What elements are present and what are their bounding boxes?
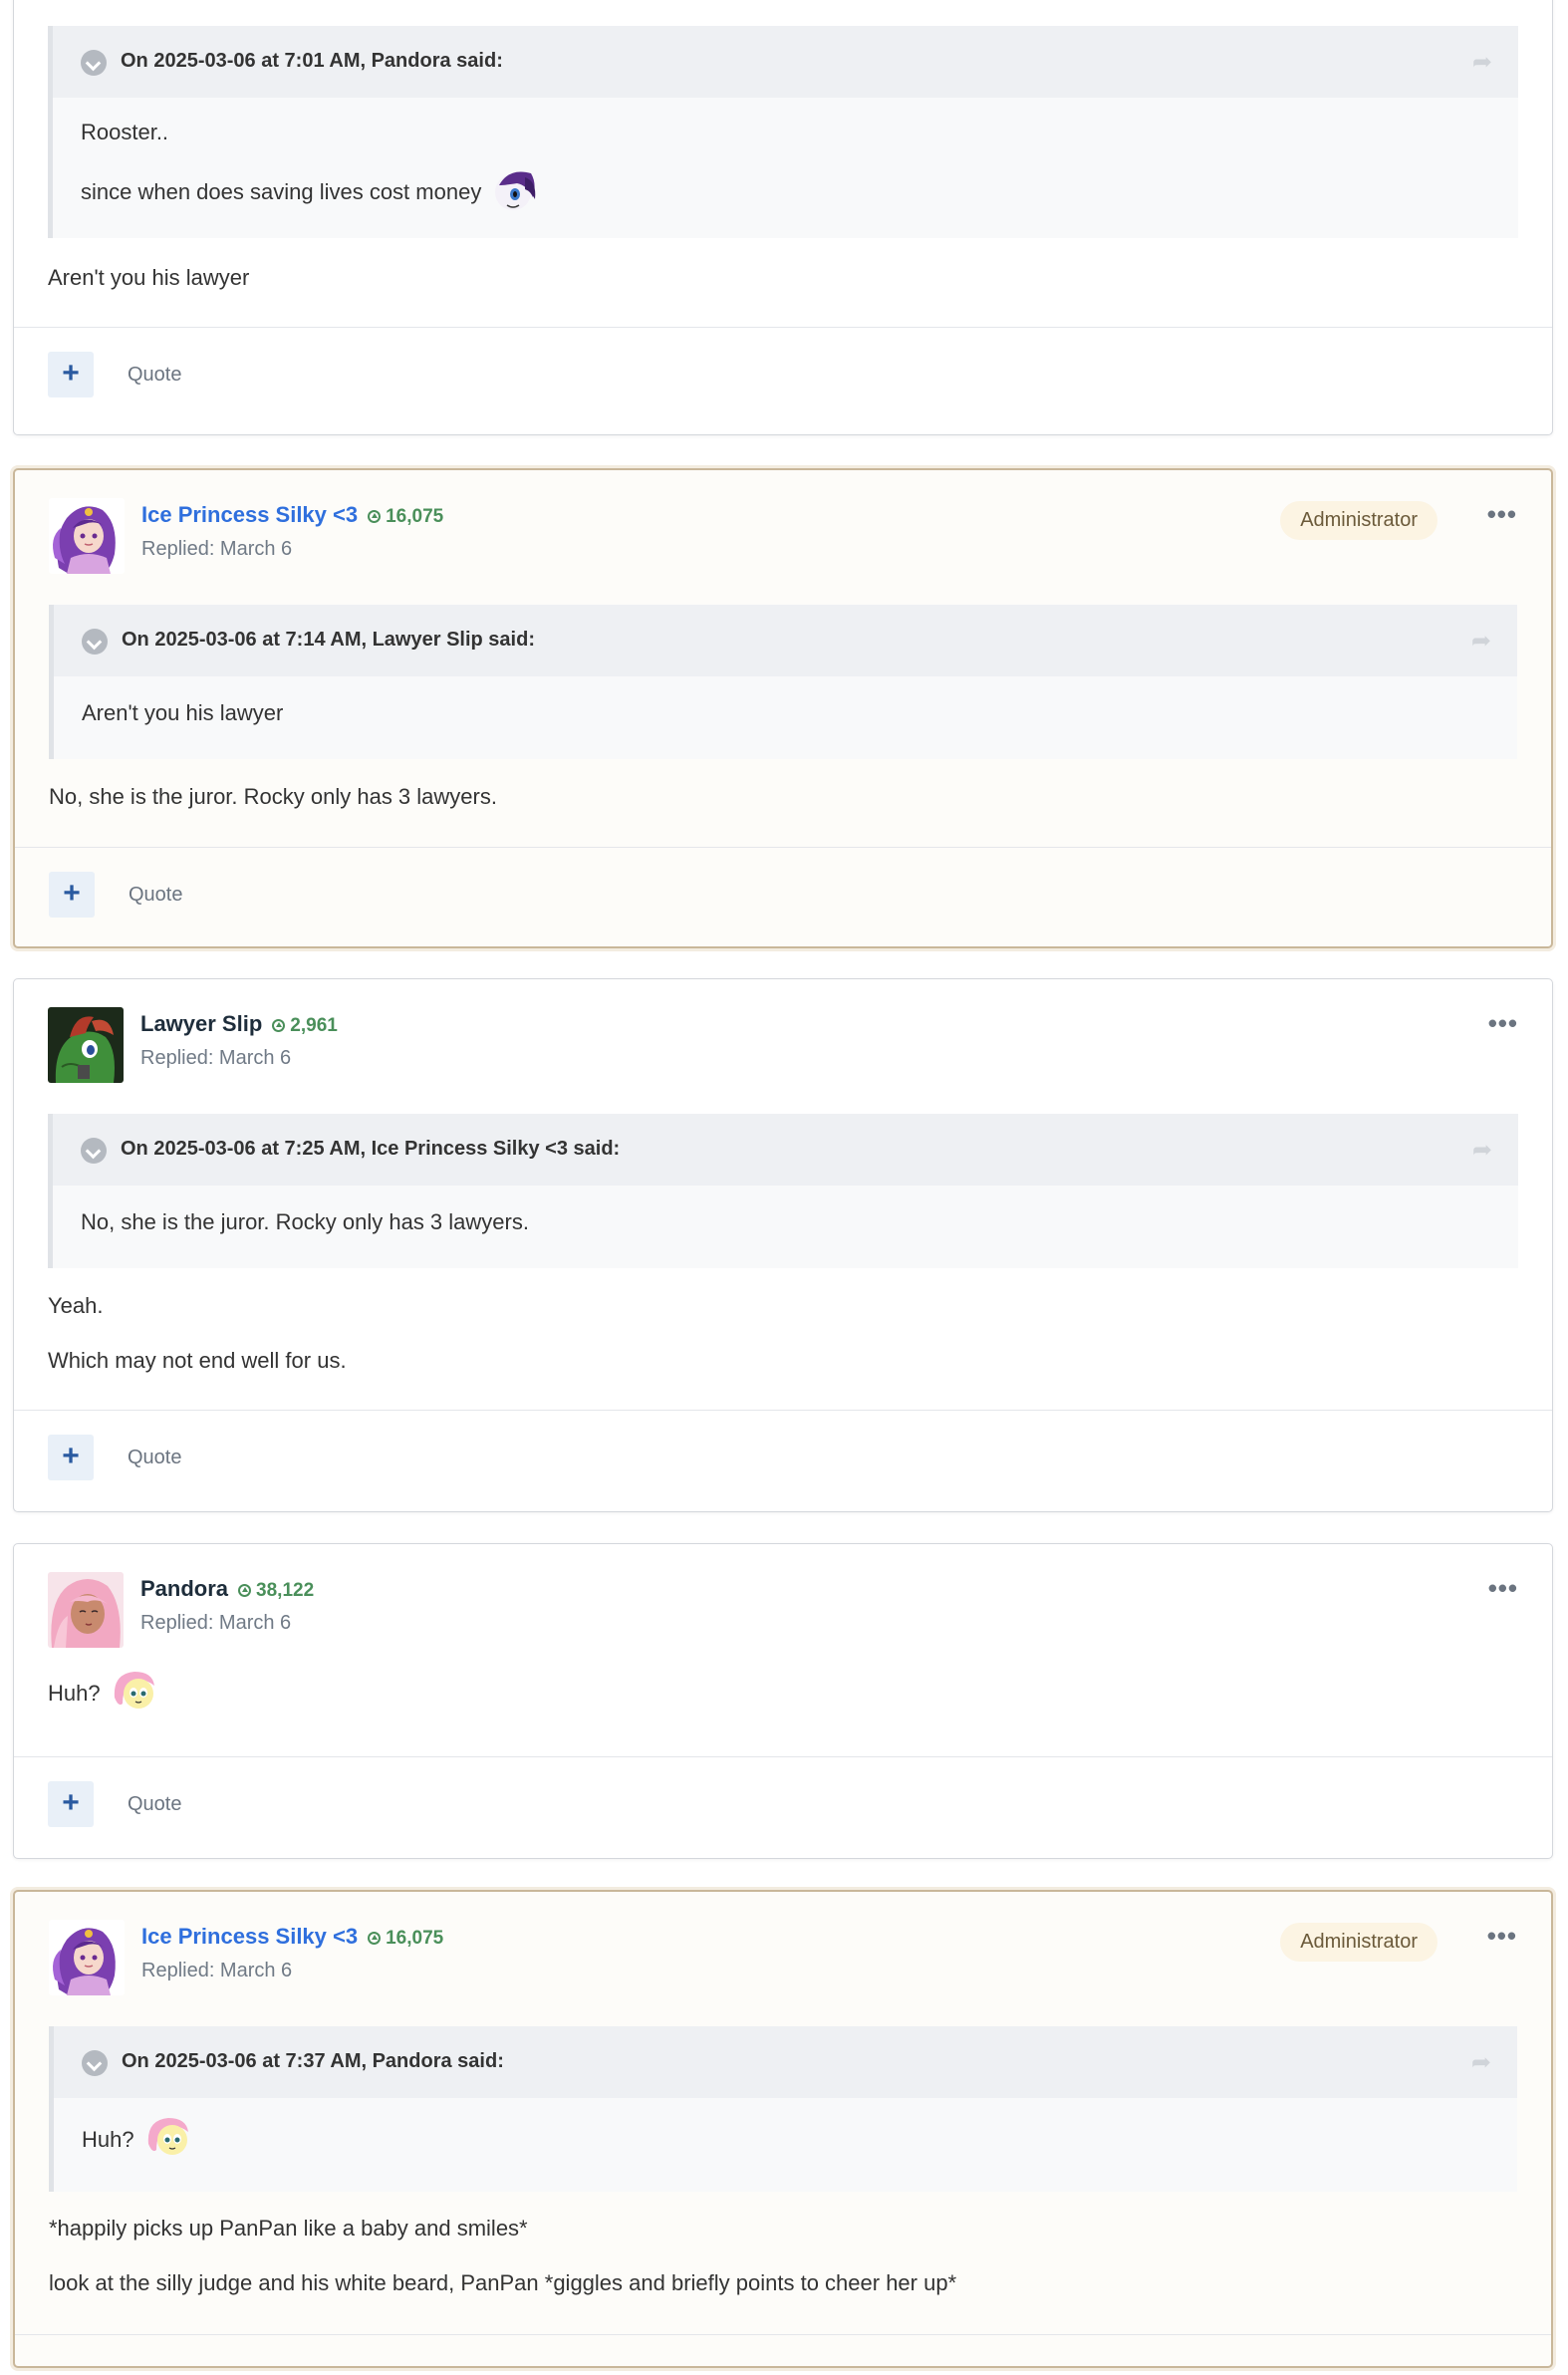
quote-button[interactable]: Quote: [128, 1447, 181, 1469]
post-text-line: Huh?: [48, 1681, 101, 1706]
post-header: Pandora 38,122 Replied: March 6 •••: [48, 1572, 1518, 1652]
quote-block: On 2025-03-06 at 7:25 AM, Ice Princess S…: [48, 1114, 1518, 1268]
quote-header: On 2025-03-06 at 7:01 AM, Pandora said: …: [53, 26, 1518, 98]
share-arrow-icon[interactable]: ➦: [1472, 48, 1492, 77]
reputation-icon: [368, 1932, 382, 1945]
post-footer: + Quote: [14, 327, 1552, 435]
post-date[interactable]: Replied: March 6: [141, 538, 292, 561]
author-line: Pandora 38,122: [140, 1576, 314, 1602]
more-options-icon[interactable]: •••: [1487, 1922, 1517, 1950]
quote-line-text: Huh?: [82, 2127, 134, 2152]
fluttershy-emoji-icon: [111, 1668, 158, 1719]
quote-header: On 2025-03-06 at 7:25 AM, Ice Princess S…: [53, 1114, 1518, 1186]
quote-citation: On 2025-03-06 at 7:25 AM, Ice Princess S…: [121, 1138, 621, 1160]
more-options-icon[interactable]: •••: [1487, 500, 1517, 528]
quote-button[interactable]: Quote: [128, 1793, 181, 1816]
post-date[interactable]: Replied: March 6: [141, 1960, 292, 1982]
reputation-icon: [238, 1584, 252, 1597]
avatar[interactable]: [49, 498, 125, 574]
quote-citation: On 2025-03-06 at 7:14 AM, Lawyer Slip sa…: [122, 629, 535, 651]
fluttershy-emoji-icon: [144, 2114, 192, 2166]
post: On 2025-03-06 at 7:01 AM, Pandora said: …: [13, 0, 1553, 435]
post-text: look at the silly judge and his white be…: [49, 2270, 957, 2295]
avatar[interactable]: [49, 1920, 125, 1995]
author-line: Ice Princess Silky <3 16,075: [141, 1924, 443, 1950]
reputation: 38,122: [238, 1580, 314, 1601]
quote-line: Huh?: [82, 2114, 192, 2166]
author-line: Lawyer Slip 2,961: [140, 1011, 338, 1037]
quote-line: since when does saving lives cost money: [81, 167, 539, 219]
quote-line: No, she is the juror. Rocky only has 3 l…: [81, 1209, 529, 1234]
reputation: 2,961: [272, 1015, 338, 1036]
chevron-down-icon[interactable]: [82, 2050, 108, 2076]
chevron-down-icon[interactable]: [82, 629, 108, 655]
quote-button[interactable]: Quote: [129, 884, 182, 907]
rarity-emoji-icon: [491, 167, 539, 219]
reputation: 16,075: [368, 506, 443, 527]
share-arrow-icon[interactable]: ➦: [1471, 2048, 1491, 2077]
post: Ice Princess Silky <3 16,075 Replied: Mar…: [13, 1890, 1553, 2368]
author-name[interactable]: Pandora: [140, 1576, 228, 1601]
post-header: Lawyer Slip 2,961 Replied: March 6 •••: [48, 1007, 1518, 1087]
role-badge: Administrator: [1280, 501, 1437, 540]
author-name[interactable]: Ice Princess Silky <3: [141, 1924, 358, 1949]
post-text: Huh?: [48, 1668, 158, 1719]
reaction-button[interactable]: +: [48, 352, 94, 397]
post-footer: + Quote: [15, 847, 1551, 949]
post-text: No, she is the juror. Rocky only has 3 l…: [49, 784, 497, 809]
reputation-count: 16,075: [386, 506, 444, 527]
reaction-button[interactable]: +: [49, 872, 95, 918]
quote-block: On 2025-03-06 at 7:37 AM, Pandora said: …: [49, 2026, 1517, 2192]
post-header: Ice Princess Silky <3 16,075 Replied: Mar…: [49, 498, 1517, 578]
post-footer: [15, 2334, 1551, 2375]
post: Pandora 38,122 Replied: March 6 ••• Huh? …: [13, 1543, 1553, 1859]
quote-block: On 2025-03-06 at 7:01 AM, Pandora said: …: [48, 26, 1518, 238]
chevron-down-icon[interactable]: [81, 1138, 107, 1164]
more-options-icon[interactable]: •••: [1488, 1009, 1518, 1037]
quote-line: Aren't you his lawyer: [82, 700, 284, 725]
more-options-icon[interactable]: •••: [1488, 1574, 1518, 1602]
share-arrow-icon[interactable]: ➦: [1472, 1136, 1492, 1165]
quote-line: Rooster..: [81, 120, 169, 144]
post-footer: + Quote: [14, 1756, 1552, 1859]
quote-citation: On 2025-03-06 at 7:37 AM, Pandora said:: [122, 2050, 504, 2072]
quote-block: On 2025-03-06 at 7:14 AM, Lawyer Slip sa…: [49, 605, 1517, 759]
reputation-count: 38,122: [256, 1580, 315, 1601]
post-date[interactable]: Replied: March 6: [140, 1047, 291, 1070]
post-text: Yeah.: [48, 1293, 104, 1318]
reaction-button[interactable]: +: [48, 1781, 94, 1827]
quote-header: On 2025-03-06 at 7:14 AM, Lawyer Slip sa…: [54, 605, 1517, 676]
avatar[interactable]: [48, 1007, 124, 1083]
reputation-count: 16,075: [386, 1928, 444, 1949]
post-text: Aren't you his lawyer: [48, 265, 250, 290]
quote-header: On 2025-03-06 at 7:37 AM, Pandora said: …: [54, 2026, 1517, 2098]
post-header: Ice Princess Silky <3 16,075 Replied: Mar…: [49, 1920, 1517, 1999]
avatar[interactable]: [48, 1572, 124, 1648]
reaction-button[interactable]: +: [48, 1435, 94, 1480]
post-text: *happily picks up PanPan like a baby and…: [49, 2216, 528, 2241]
quote-line-text: since when does saving lives cost money: [81, 179, 482, 204]
post: Lawyer Slip 2,961 Replied: March 6 ••• On…: [13, 978, 1553, 1512]
reputation-count: 2,961: [290, 1015, 338, 1036]
post-date[interactable]: Replied: March 6: [140, 1612, 291, 1635]
post-text: Which may not end well for us.: [48, 1348, 347, 1373]
reputation: 16,075: [368, 1928, 443, 1949]
chevron-down-icon[interactable]: [81, 50, 107, 76]
quote-citation: On 2025-03-06 at 7:01 AM, Pandora said:: [121, 50, 503, 72]
post: Ice Princess Silky <3 16,075 Replied: Mar…: [13, 468, 1553, 948]
post-footer: + Quote: [14, 1410, 1552, 1512]
author-name[interactable]: Lawyer Slip: [140, 1011, 262, 1036]
reputation-icon: [368, 510, 382, 523]
role-badge: Administrator: [1280, 1923, 1437, 1962]
reputation-icon: [272, 1019, 286, 1032]
author-name[interactable]: Ice Princess Silky <3: [141, 502, 358, 527]
quote-button[interactable]: Quote: [128, 364, 181, 387]
author-line: Ice Princess Silky <3 16,075: [141, 502, 443, 528]
share-arrow-icon[interactable]: ➦: [1471, 627, 1491, 656]
